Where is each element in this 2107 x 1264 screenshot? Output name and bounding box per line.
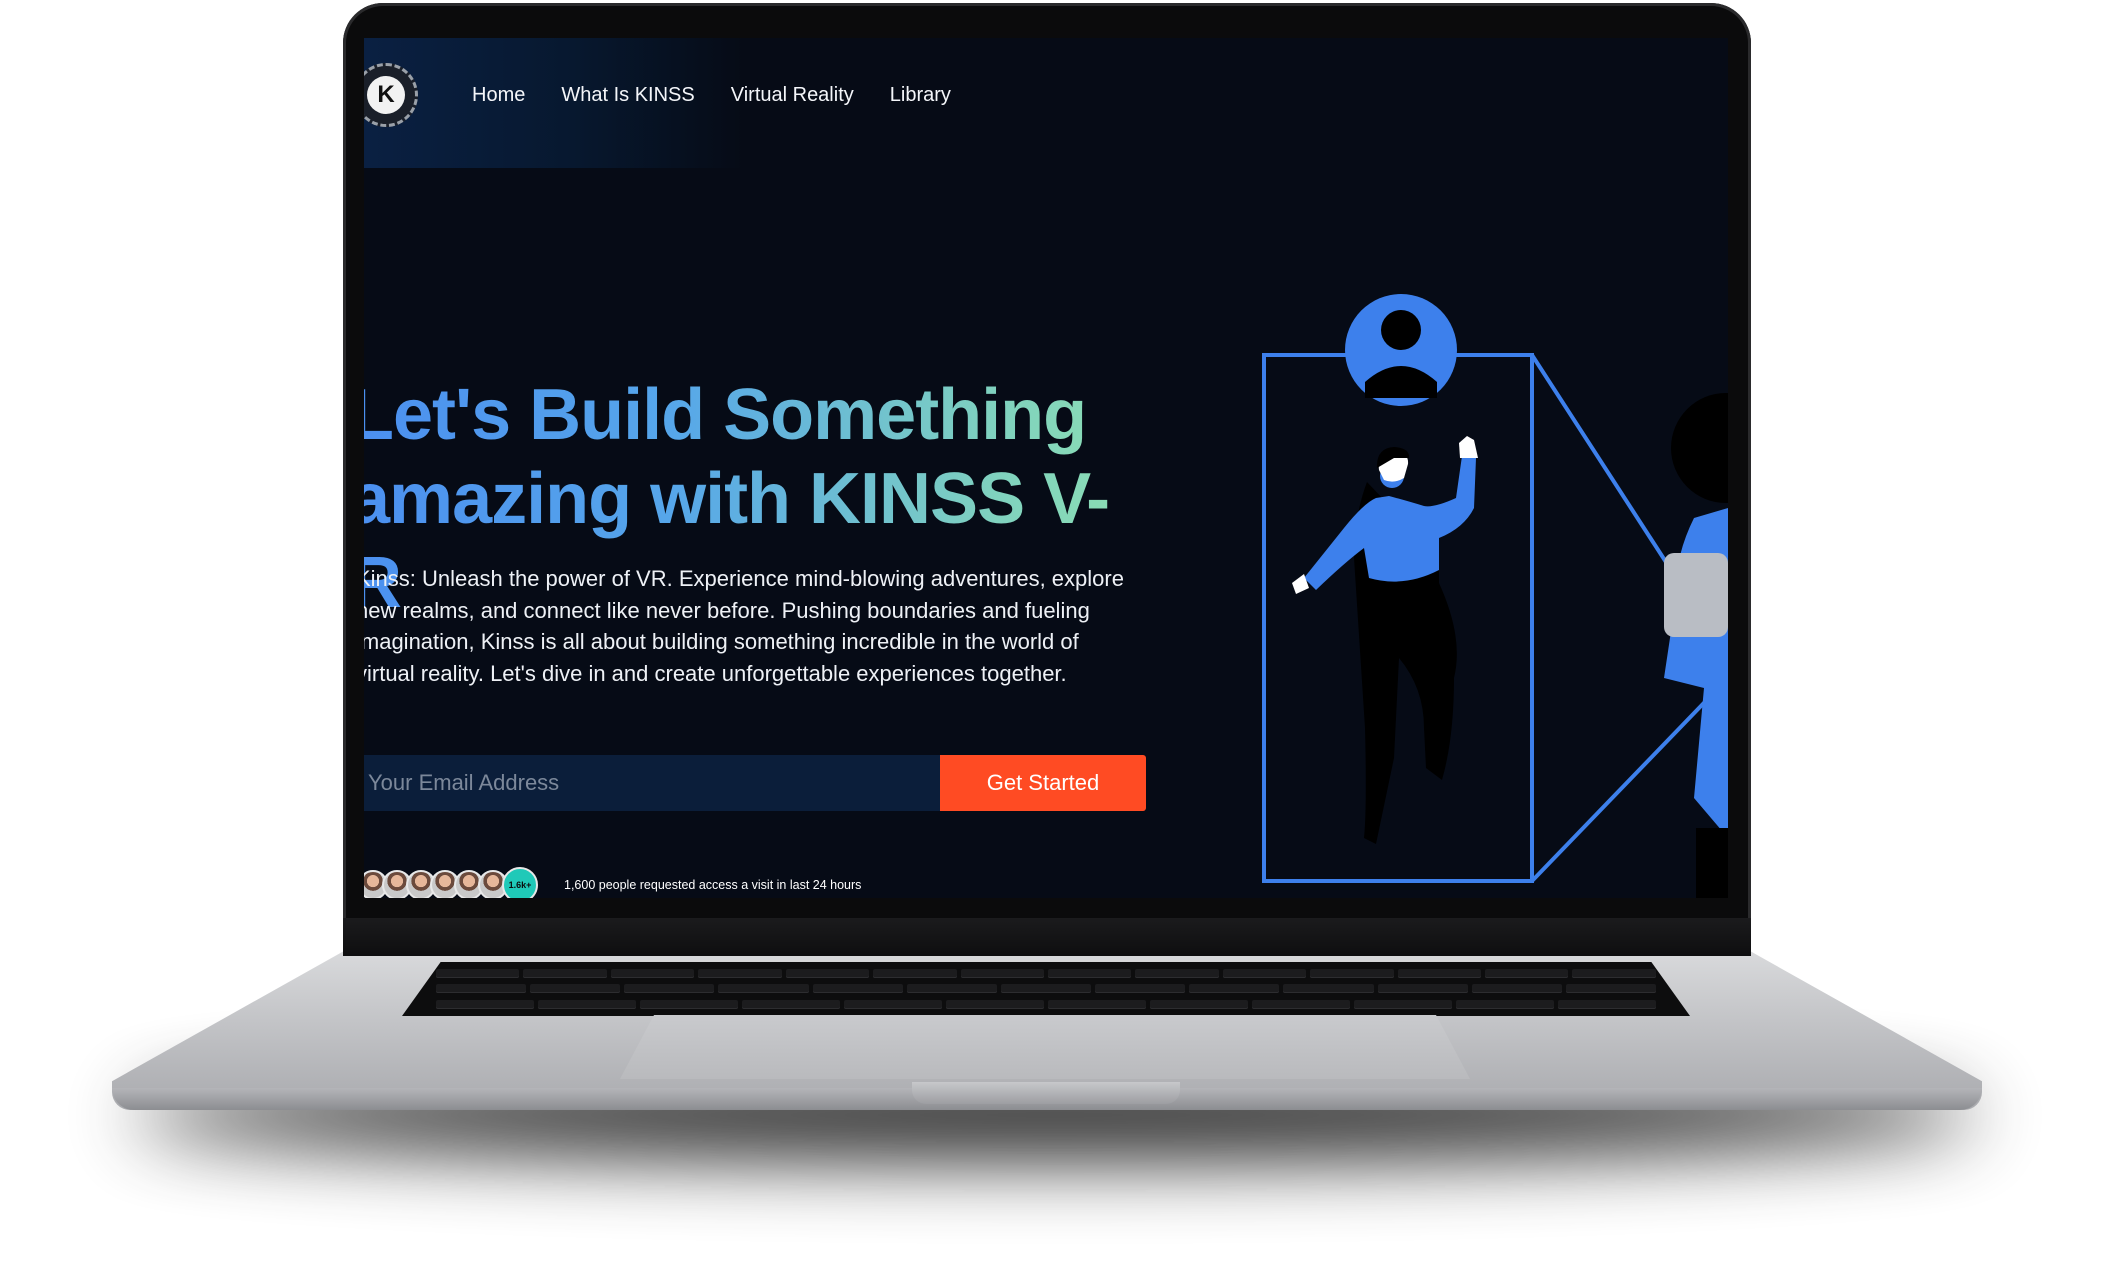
laptop-notch bbox=[912, 1082, 1180, 1104]
floating-person-figure bbox=[1292, 436, 1478, 844]
vr-frame bbox=[1262, 353, 1728, 883]
laptop-lid-hinge bbox=[343, 918, 1751, 956]
standing-person-figure bbox=[1664, 393, 1728, 898]
laptop-screen: K Home What Is KINSS Virtual Reality Lib… bbox=[364, 38, 1728, 898]
laptop-trackpad bbox=[620, 1015, 1470, 1079]
profile-icon bbox=[1345, 294, 1457, 406]
laptop-keyboard bbox=[402, 962, 1690, 1016]
vr-user-illustration bbox=[1262, 294, 1728, 898]
